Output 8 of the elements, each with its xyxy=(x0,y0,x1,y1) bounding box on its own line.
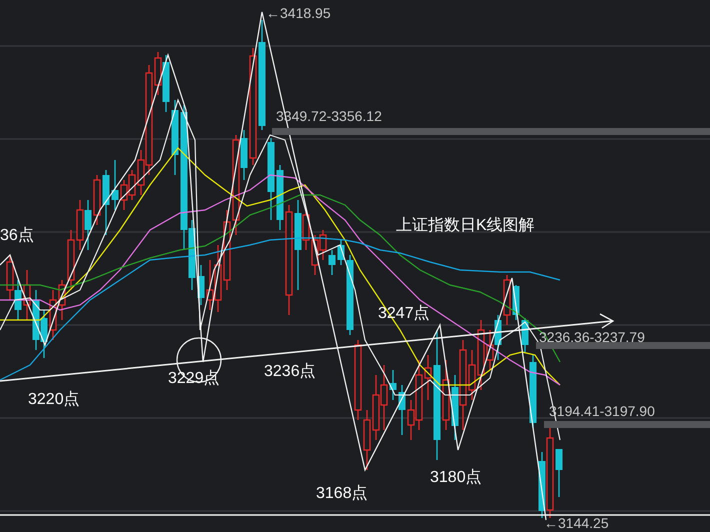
point-label: 36点 xyxy=(0,227,34,244)
point-label: 3168点 xyxy=(316,485,368,502)
price-extreme-label: ←3418.95 xyxy=(266,5,331,21)
point-label: 3180点 xyxy=(430,469,482,486)
point-label: 3220点 xyxy=(28,391,80,408)
price-extreme-label: ←3144.25 xyxy=(544,515,609,531)
chart-title: 上证指数日K线图解 xyxy=(396,217,535,234)
point-label: 3236点 xyxy=(264,363,316,380)
